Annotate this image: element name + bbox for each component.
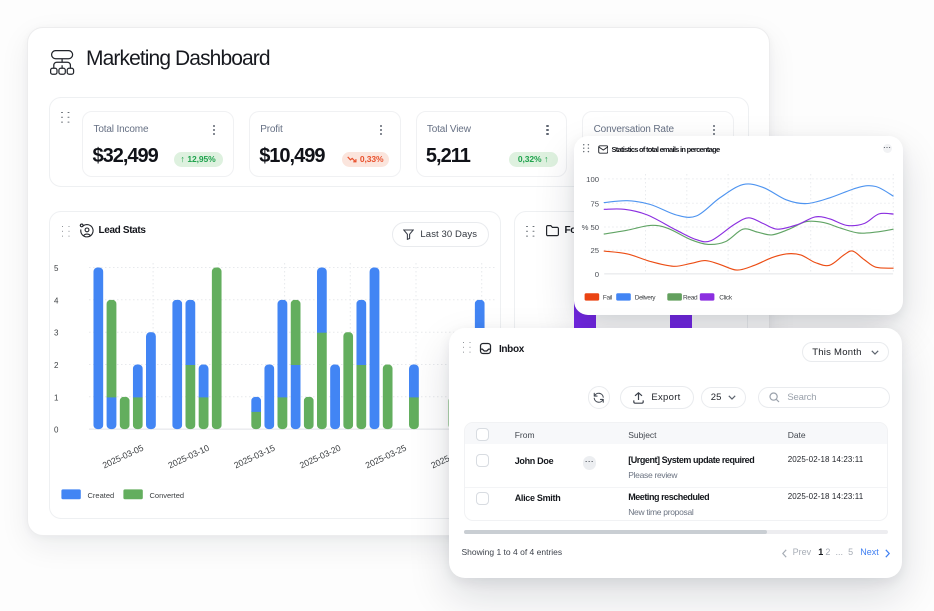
svg-text:3: 3 — [54, 329, 59, 338]
svg-text:5: 5 — [54, 264, 59, 273]
svg-text:25: 25 — [591, 246, 600, 255]
svg-text:Click: Click — [719, 295, 733, 302]
svg-text:2: 2 — [54, 361, 59, 370]
svg-text:1: 1 — [54, 394, 59, 403]
svg-text:Read: Read — [683, 295, 698, 302]
svg-text:Fail: Fail — [603, 295, 613, 302]
svg-text:Delivery: Delivery — [635, 295, 656, 302]
svg-text:%: % — [582, 223, 589, 232]
svg-text:2025-03-10: 2025-03-10 — [166, 443, 210, 471]
svg-text:Created: Created — [87, 491, 114, 500]
svg-text:100: 100 — [586, 175, 599, 184]
svg-text:2025-03-05: 2025-03-05 — [100, 443, 144, 471]
svg-text:0: 0 — [54, 426, 59, 435]
svg-text:50: 50 — [591, 223, 600, 232]
svg-text:Converted: Converted — [149, 491, 184, 500]
svg-text:4: 4 — [54, 297, 59, 306]
svg-text:0: 0 — [595, 270, 599, 279]
svg-text:2025-03-25: 2025-03-25 — [363, 443, 407, 471]
svg-text:2025-03-15: 2025-03-15 — [232, 443, 276, 471]
svg-text:2025-03-20: 2025-03-20 — [298, 443, 342, 471]
svg-text:75: 75 — [591, 199, 600, 208]
